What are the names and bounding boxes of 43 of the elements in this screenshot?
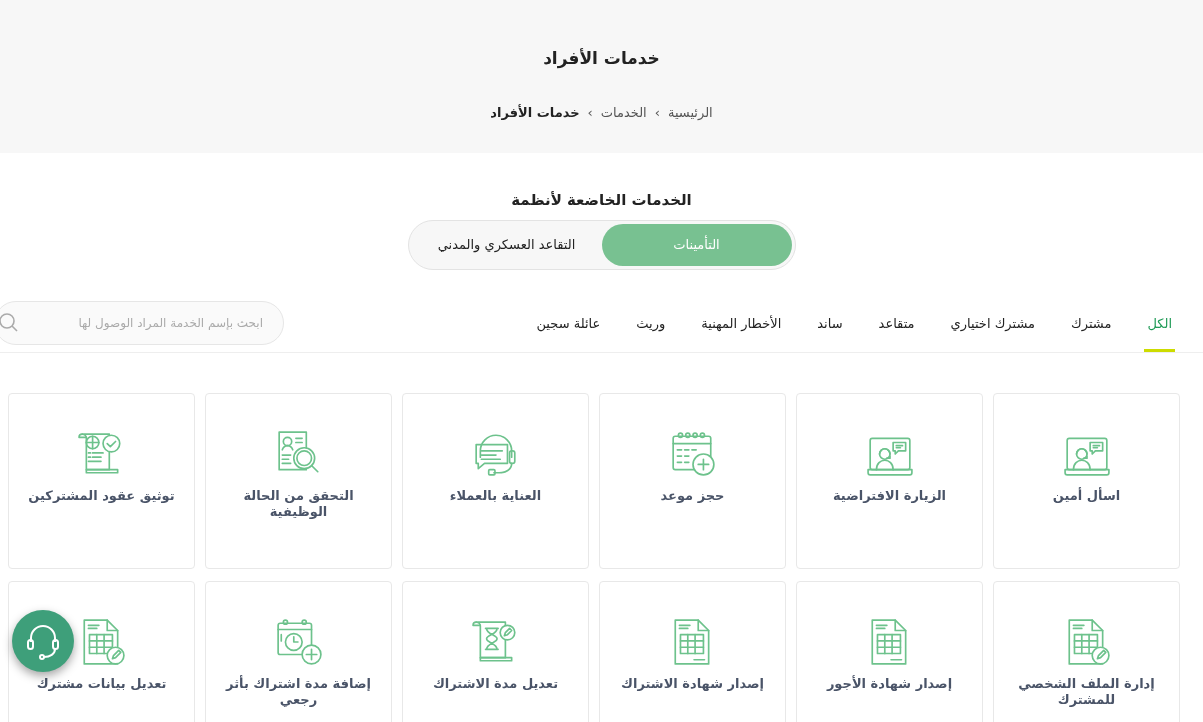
- service-title: تعديل مدة الاشتراك: [432, 675, 559, 692]
- breadcrumb-separator: ›: [587, 103, 593, 122]
- service-card[interactable]: التحقق من الحالة الوظيفية: [205, 392, 392, 569]
- filter-tab[interactable]: الكل: [1144, 300, 1175, 352]
- page-title: خدمات الأفراد: [543, 47, 660, 71]
- section-title: الخدمات الخاضعة لأنظمة: [511, 190, 692, 211]
- service-icon: [274, 617, 323, 666]
- filter-tab[interactable]: وريث: [633, 300, 669, 352]
- service-card[interactable]: تعديل مدة الاشتراك: [402, 580, 589, 722]
- system-option[interactable]: التقاعد العسكري والمدني: [411, 223, 602, 266]
- filter-tab[interactable]: عائلة سجين: [533, 300, 604, 352]
- service-title: التحقق من الحالة الوظيفية: [242, 487, 355, 520]
- breadcrumb-link[interactable]: الخدمات: [600, 102, 647, 122]
- service-title: إدارة الملف الشخصي للمشترك: [1017, 675, 1156, 708]
- service-title: حجز موعد: [660, 487, 725, 504]
- search-field[interactable]: ابحث بإسم الخدمة المراد الوصول لها: [0, 300, 284, 345]
- breadcrumb-link[interactable]: خدمات الأفراد: [490, 102, 580, 122]
- filter-tab[interactable]: مشترك اختياري: [947, 300, 1038, 352]
- service-title: تعديل بيانات مشترك: [36, 675, 167, 692]
- filter-tab[interactable]: ساند: [814, 300, 846, 352]
- service-card[interactable]: إصدار شهادة الأجور: [796, 580, 983, 722]
- search-icon[interactable]: [0, 311, 18, 334]
- filter-tab[interactable]: الأخطار المهنية: [698, 300, 785, 352]
- service-title: إضافة مدة اشتراك بأثر رجعي: [224, 675, 372, 708]
- service-card[interactable]: حجز موعد: [599, 392, 786, 569]
- service-card[interactable]: العناية بالعملاء: [402, 392, 589, 569]
- service-card[interactable]: توثيق عقود المشتركين: [8, 392, 195, 569]
- service-card[interactable]: إدارة الملف الشخصي للمشترك: [993, 580, 1180, 722]
- service-card[interactable]: إصدار شهادة الاشتراك: [599, 580, 786, 722]
- filter-tab[interactable]: مشترك: [1068, 300, 1115, 352]
- filter-tab[interactable]: متقاعد: [875, 300, 918, 352]
- breadcrumb-separator: ›: [654, 103, 660, 122]
- service-title: توثيق عقود المشتركين: [28, 487, 175, 504]
- service-title: الزيارة الافتراضية: [832, 487, 947, 504]
- headset-icon: [26, 622, 60, 660]
- service-card[interactable]: الزيارة الافتراضية: [796, 392, 983, 569]
- service-title: إصدار شهادة الأجور: [826, 675, 953, 692]
- service-title: العناية بالعملاء: [449, 487, 542, 504]
- service-title: اسأل أمين: [1052, 487, 1121, 504]
- breadcrumb-link[interactable]: الرئيسية: [667, 102, 713, 122]
- service-card[interactable]: إضافة مدة اشتراك بأثر رجعي: [205, 580, 392, 722]
- service-card[interactable]: اسأل أمين: [993, 392, 1180, 569]
- service-title: إصدار شهادة الاشتراك: [621, 675, 764, 692]
